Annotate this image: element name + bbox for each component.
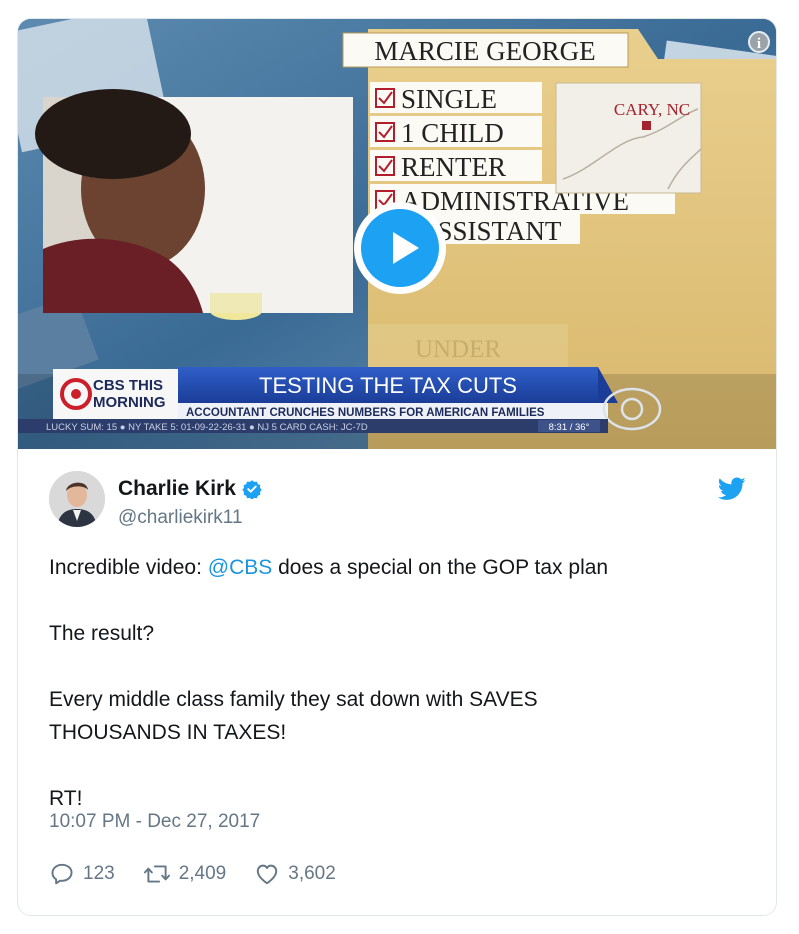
- tweet-line-1: Incredible video: @CBS does a special on…: [49, 551, 749, 584]
- tweet-actions: 123 2,409 3,602: [49, 854, 364, 894]
- avatar[interactable]: [49, 471, 105, 527]
- folder-name-text: MARCIE GEORGE: [374, 36, 595, 66]
- twitter-bird-icon[interactable]: [718, 477, 746, 501]
- verified-badge-icon: [242, 480, 262, 499]
- tweet-line-2: The result?: [49, 622, 155, 645]
- like-button[interactable]: 3,602: [254, 861, 336, 887]
- author-name[interactable]: Charlie Kirk: [118, 477, 236, 501]
- cbs-logo-line1: CBS THIS: [93, 377, 163, 394]
- tweet-line-1-suffix: does a special on the GOP tax plan: [272, 556, 609, 579]
- reply-icon: [51, 863, 73, 885]
- under-label: UNDER: [415, 336, 501, 363]
- reply-count: 123: [83, 863, 115, 884]
- author-name-row[interactable]: Charlie Kirk: [118, 477, 262, 501]
- avatar-image: [49, 471, 105, 527]
- tweet-card: MARCIE GEORGE SINGLE 1 CHILD RENTER ADMI…: [17, 18, 777, 916]
- mention-link[interactable]: @CBS: [208, 556, 273, 579]
- heart-icon: [257, 864, 278, 885]
- retweet-icon: [143, 865, 170, 883]
- clock-text: 8:31 / 36°: [549, 422, 590, 433]
- map-label: CARY, NC: [614, 100, 690, 119]
- lower-third-subtitle: ACCOUNTANT CRUNCHES NUMBERS FOR AMERICAN…: [186, 407, 545, 419]
- checklist-item-renter: RENTER: [401, 152, 506, 182]
- tweet-body: Charlie Kirk @charliekirk11 Incredible v…: [18, 449, 776, 915]
- like-count: 3,602: [288, 863, 336, 884]
- tweet-timestamp[interactable]: 10:07 PM - Dec 27, 2017: [49, 811, 260, 833]
- author-handle[interactable]: @charliekirk11: [118, 507, 243, 529]
- tweet-text: Incredible video: @CBS does a special on…: [49, 551, 749, 815]
- retweet-count: 2,409: [178, 863, 227, 884]
- play-icon[interactable]: [361, 209, 439, 287]
- retweet-button[interactable]: 2,409: [143, 861, 227, 887]
- play-button[interactable]: [354, 202, 446, 294]
- info-icon[interactable]: i: [748, 31, 770, 53]
- cbs-logo-line2: MORNING: [93, 394, 166, 411]
- checklist-item-single: SINGLE: [401, 84, 497, 114]
- ticker-text: LUCKY SUM: 15 ● NY TAKE 5: 01-09-22-26-3…: [46, 422, 368, 433]
- lower-third-title: TESTING THE TAX CUTS: [259, 373, 517, 398]
- video-thumbnail[interactable]: MARCIE GEORGE SINGLE 1 CHILD RENTER ADMI…: [18, 19, 776, 449]
- tweet-line-3: Every middle class family they sat down …: [49, 688, 538, 711]
- tweet-line-1-prefix: Incredible video:: [49, 556, 208, 579]
- tweet-line-4: THOUSANDS IN TAXES!: [49, 721, 287, 744]
- checklist-item-child: 1 CHILD: [401, 118, 504, 148]
- reply-button[interactable]: 123: [49, 861, 115, 887]
